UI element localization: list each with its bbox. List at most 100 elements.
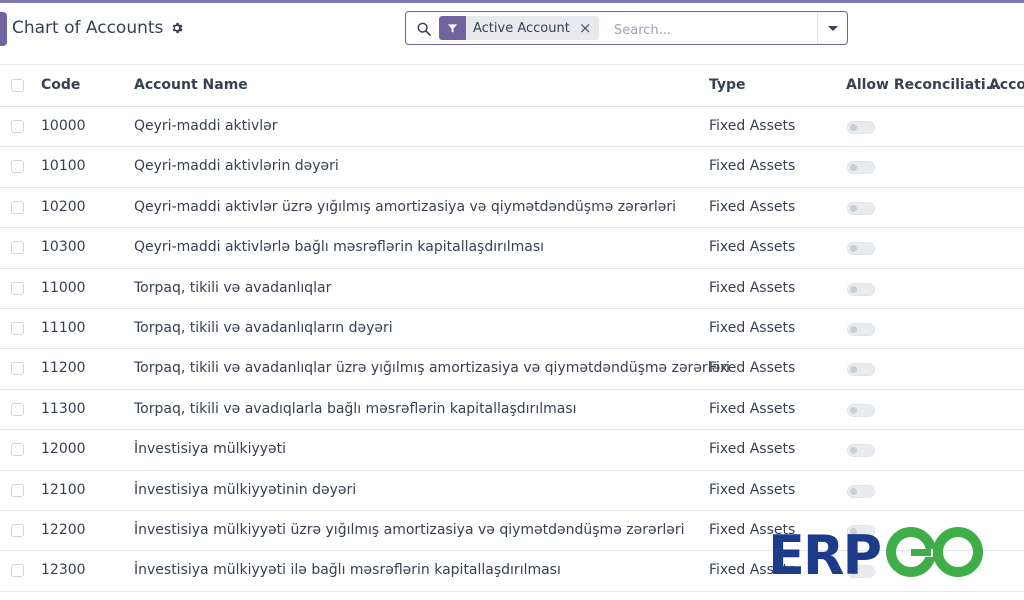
row-checkbox[interactable] (11, 241, 24, 255)
filter-icon (439, 16, 466, 40)
table-body: 10000 Qeyri-maddi aktivlər Fixed Assets 101… (0, 107, 1024, 592)
toggle-knob (850, 487, 857, 495)
account-name: İnvestisiya mülkiyyəti (134, 441, 287, 458)
row-checkbox[interactable] (11, 362, 24, 376)
toggle-knob (850, 204, 857, 212)
account-type: Fixed Assets (709, 118, 796, 134)
column-header-code[interactable]: Code (41, 77, 80, 93)
account-code: 10000 (41, 118, 86, 134)
account-code: 12300 (41, 562, 86, 579)
account-code: 11100 (41, 319, 86, 336)
row-checkbox[interactable] (11, 443, 24, 457)
top-accent-line (0, 0, 1024, 3)
account-code: 11200 (41, 360, 86, 377)
toggle-knob (850, 124, 857, 131)
account-name: İnvestisiya mülkiyyəti ilə bağlı məsrəfl… (134, 562, 561, 579)
table-row[interactable]: 11300 Torpaq, tikili və avadıqlarla bağlı… (0, 390, 1024, 431)
search-input[interactable] (612, 19, 816, 41)
account-type: Fixed Assets (709, 158, 796, 175)
account-name: Qeyri-maddi aktivlərlə bağlı məsrəflərin… (134, 239, 545, 256)
select-all-checkbox[interactable] (11, 79, 24, 92)
row-checkbox[interactable] (11, 523, 24, 537)
page-title: Chart of Accounts (12, 18, 184, 38)
toggle-knob (850, 447, 857, 455)
page-title-text: Chart of Accounts (12, 18, 164, 38)
allow-reconciliation-toggle[interactable] (847, 282, 875, 296)
toggle-knob (850, 245, 857, 253)
table-row[interactable]: 10200 Qeyri-maddi aktivlər üzrə yığılmış … (0, 188, 1024, 229)
toggle-knob (850, 366, 857, 374)
row-checkbox[interactable] (11, 160, 24, 174)
row-checkbox[interactable] (11, 483, 24, 497)
account-name: Qeyri-maddi aktivlər (134, 118, 278, 134)
table-row[interactable]: 10000 Qeyri-maddi aktivlər Fixed Assets (0, 107, 1024, 148)
accounts-table: Code Account Name Type Allow Reconciliat… (0, 64, 1024, 592)
facet-remove-icon[interactable]: × (577, 19, 600, 37)
allow-reconciliation-toggle[interactable] (847, 322, 875, 336)
account-code: 10200 (41, 198, 86, 215)
account-code: 10100 (41, 158, 86, 175)
table-row[interactable]: 10300 Qeyri-maddi aktivlərlə bağlı məsrəf… (0, 228, 1024, 269)
toggle-knob (850, 285, 857, 293)
account-type: Fixed Assets (709, 481, 796, 498)
account-name: İnvestisiya mülkiyyəti üzrə yığılmış amo… (134, 521, 685, 538)
account-code: 11300 (41, 400, 86, 417)
row-checkbox[interactable] (11, 281, 24, 295)
account-name: Torpaq, tikili və avadanlıqlar üzrə yığı… (134, 360, 730, 377)
column-header-account[interactable]: Acco (989, 77, 1024, 93)
allow-reconciliation-toggle[interactable] (847, 201, 875, 215)
gear-icon[interactable] (170, 21, 184, 35)
account-code: 10300 (41, 239, 86, 256)
search-icon[interactable] (416, 21, 432, 37)
account-type: Fixed Assets (709, 319, 796, 336)
table-header: Code Account Name Type Allow Reconciliat… (0, 64, 1024, 107)
column-header-type[interactable]: Type (709, 77, 746, 93)
table-row[interactable]: 12000 İnvestisiya mülkiyyəti Fixed Assets (0, 430, 1024, 471)
column-header-allow-reconciliation[interactable]: Allow Reconciliati... (846, 77, 1002, 93)
caret-down-icon (827, 25, 838, 31)
allow-reconciliation-toggle[interactable] (847, 484, 875, 498)
row-checkbox[interactable] (11, 564, 24, 578)
account-code: 11000 (41, 279, 86, 296)
account-name: Qeyri-maddi aktivlər üzrə yığılmış amort… (134, 198, 677, 215)
account-type: Fixed Assets (709, 239, 796, 256)
account-type: Fixed Assets (709, 441, 796, 458)
search-facet: Active Account × (439, 16, 600, 40)
app-sidebar-handle[interactable] (0, 12, 7, 46)
account-code: 12000 (41, 441, 86, 458)
row-checkbox[interactable] (11, 321, 24, 335)
account-name: Torpaq, tikili və avadıqlarla bağlı məsr… (134, 400, 577, 417)
erpgo-logo: ERP (768, 524, 983, 586)
facet-label: Active Account (473, 20, 570, 36)
account-code: 12100 (41, 481, 86, 498)
search-bar: Active Account × (405, 11, 848, 45)
table-row[interactable]: 11100 Torpaq, tikili və avadanlıqların də… (0, 309, 1024, 350)
allow-reconciliation-toggle[interactable] (847, 363, 875, 377)
toggle-knob (850, 406, 857, 414)
allow-reconciliation-toggle[interactable] (847, 242, 875, 256)
row-checkbox[interactable] (11, 402, 24, 416)
account-type: Fixed Assets (709, 360, 796, 377)
account-code: 12200 (41, 521, 86, 538)
column-header-account-name[interactable]: Account Name (134, 77, 248, 93)
allow-reconciliation-toggle[interactable] (847, 121, 875, 134)
row-checkbox[interactable] (11, 120, 24, 133)
allow-reconciliation-toggle[interactable] (847, 403, 875, 417)
account-type: Fixed Assets (709, 400, 796, 417)
table-row[interactable]: 11000 Torpaq, tikili və avadanlıqlar Fixed… (0, 269, 1024, 309)
account-name: Torpaq, tikili və avadanlıqların dəyəri (134, 319, 393, 336)
row-checkbox[interactable] (11, 200, 24, 214)
toggle-knob (850, 325, 857, 333)
account-name: Torpaq, tikili və avadanlıqlar (134, 279, 332, 296)
table-row[interactable]: 10100 Qeyri-maddi aktivlərin dəyəri Fixed … (0, 147, 1024, 188)
account-name: İnvestisiya mülkiyyətinin dəyəri (134, 481, 357, 498)
svg-text:ERP: ERP (768, 524, 880, 586)
toggle-knob (850, 164, 857, 172)
allow-reconciliation-toggle[interactable] (847, 444, 875, 458)
table-row[interactable]: 12100 İnvestisiya mülkiyyətinin dəyəri Fix… (0, 471, 1024, 511)
account-name: Qeyri-maddi aktivlərin dəyəri (134, 158, 339, 175)
account-type: Fixed Assets (709, 198, 796, 215)
search-options-toggle[interactable] (817, 12, 847, 44)
allow-reconciliation-toggle[interactable] (847, 161, 875, 175)
table-row[interactable]: 11200 Torpaq, tikili və avadanlıqlar üzrə… (0, 349, 1024, 390)
